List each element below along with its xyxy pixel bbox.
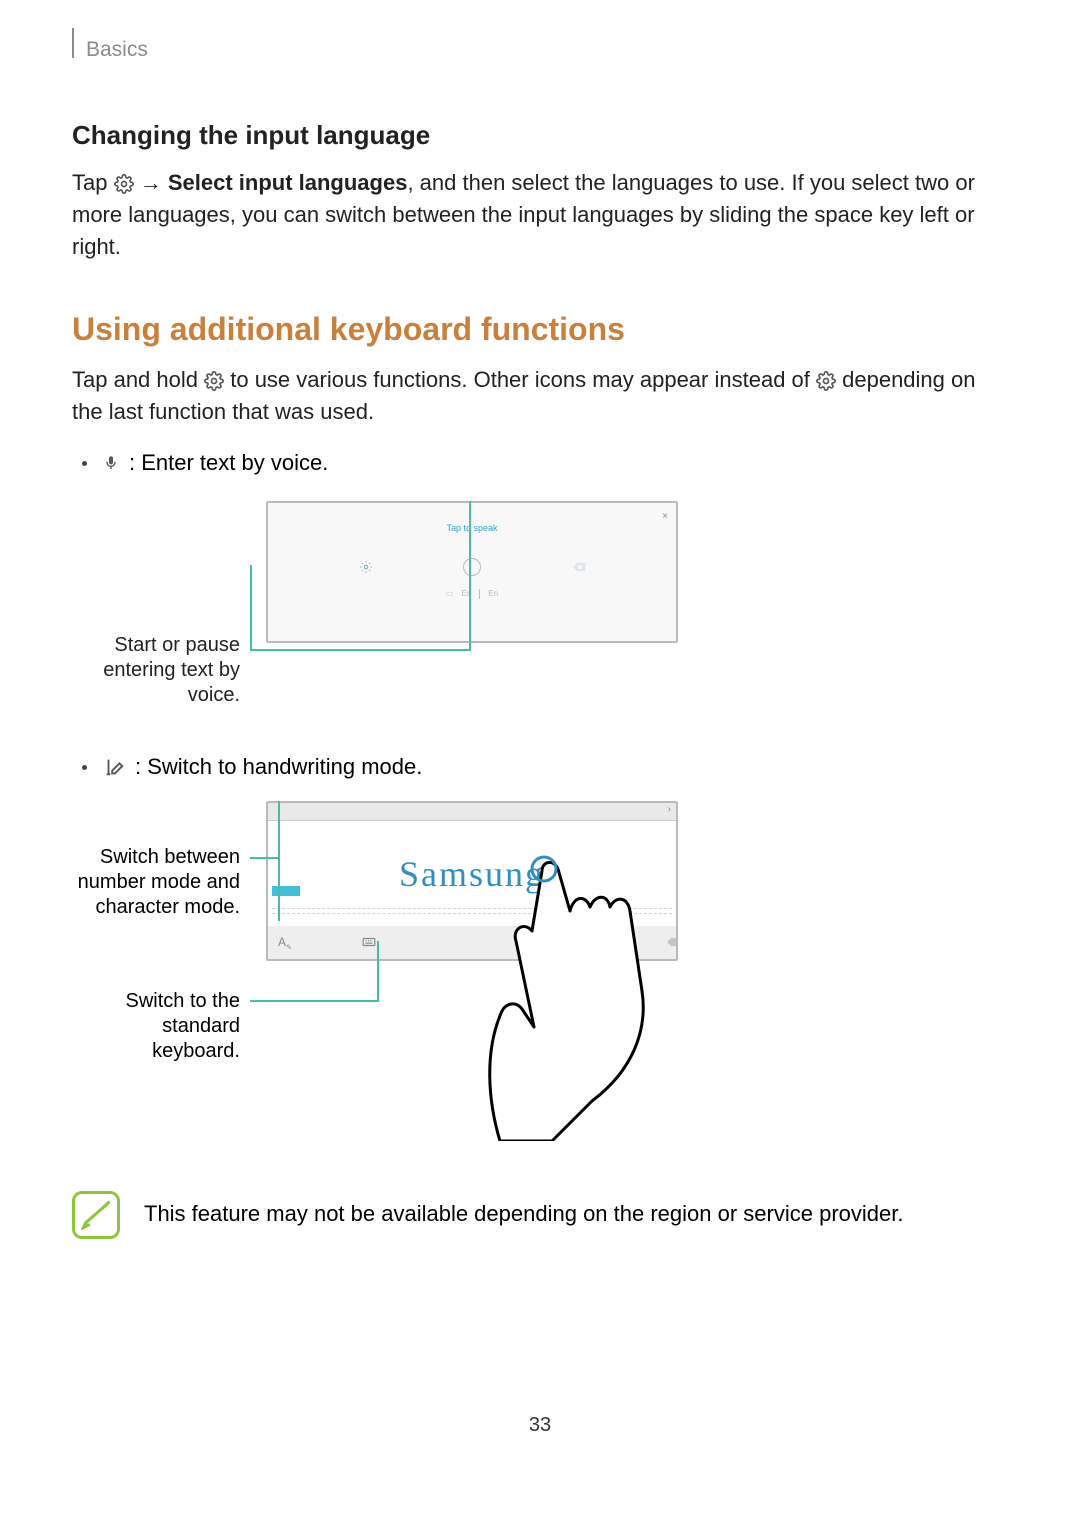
callout-voice-label: Start or pause entering text by voice. [72, 633, 240, 708]
note-box: This feature may not be available depend… [72, 1191, 1008, 1239]
writing-area: Samsung [268, 821, 676, 926]
callout-keyboard-switch: Switch to the standard keyboard. [72, 989, 240, 1064]
mic-icon [103, 452, 119, 474]
figure-voice-input: Tap to speak × ▭ En En Start or pause en… [72, 501, 1008, 731]
heading-additional-functions: Using additional keyboard functions [72, 311, 1008, 348]
text-frag: Tap [72, 170, 114, 195]
gear-icon [204, 371, 224, 391]
note-text: This feature may not be available depend… [144, 1191, 903, 1227]
handwriting-toolbar: A✎ ⌴ ↵ [268, 926, 676, 960]
breadcrumb-text: Basics [86, 38, 148, 62]
note-icon [72, 1191, 120, 1239]
bullet-text: : Switch to handwriting mode. [135, 751, 422, 783]
bullet-handwriting: : Switch to handwriting mode. [72, 751, 1008, 783]
subheading-input-language: Changing the input language [72, 120, 1008, 151]
bullet-text: : Enter text by voice. [129, 447, 328, 479]
handwritten-word: Samsung [399, 853, 545, 895]
mode-tab [272, 886, 300, 896]
text-frag: → [140, 170, 168, 195]
bullet-voice: : Enter text by voice. [72, 447, 1008, 479]
breadcrumb: Basics [72, 38, 1008, 62]
page-number: 33 [0, 1414, 1080, 1437]
handwriting-panel: Samsung A✎ ⌴ ↵ [266, 801, 678, 961]
para-additional-functions: Tap and hold to use various functions. O… [72, 364, 1008, 428]
para-input-language: Tap → Select input languages, and then s… [72, 167, 1008, 263]
callout-line [250, 1000, 377, 1002]
text-frag: to use various functions. Other icons ma… [230, 367, 816, 392]
voice-backspace-icon [572, 560, 586, 574]
figure-handwriting: Samsung A✎ ⌴ ↵ Swit [72, 801, 1008, 1131]
handwriting-icon [103, 756, 125, 778]
text-bold: Select input languages [168, 170, 408, 195]
char-mode-icon: A✎ [278, 935, 292, 951]
callout-mode-switch: Switch between number mode and character… [72, 845, 240, 920]
callout-line [250, 565, 469, 651]
suggestion-bar [268, 803, 676, 821]
close-icon: × [662, 511, 668, 522]
keyboard-switch-icon [362, 935, 376, 952]
gear-icon [114, 174, 134, 194]
tap-to-speak-label: Tap to speak [268, 523, 676, 533]
gear-icon [816, 371, 836, 391]
text-frag: Tap and hold [72, 367, 204, 392]
backspace-icon [666, 935, 679, 952]
callout-line [250, 857, 278, 859]
space-icon: ⌴ [516, 936, 526, 951]
